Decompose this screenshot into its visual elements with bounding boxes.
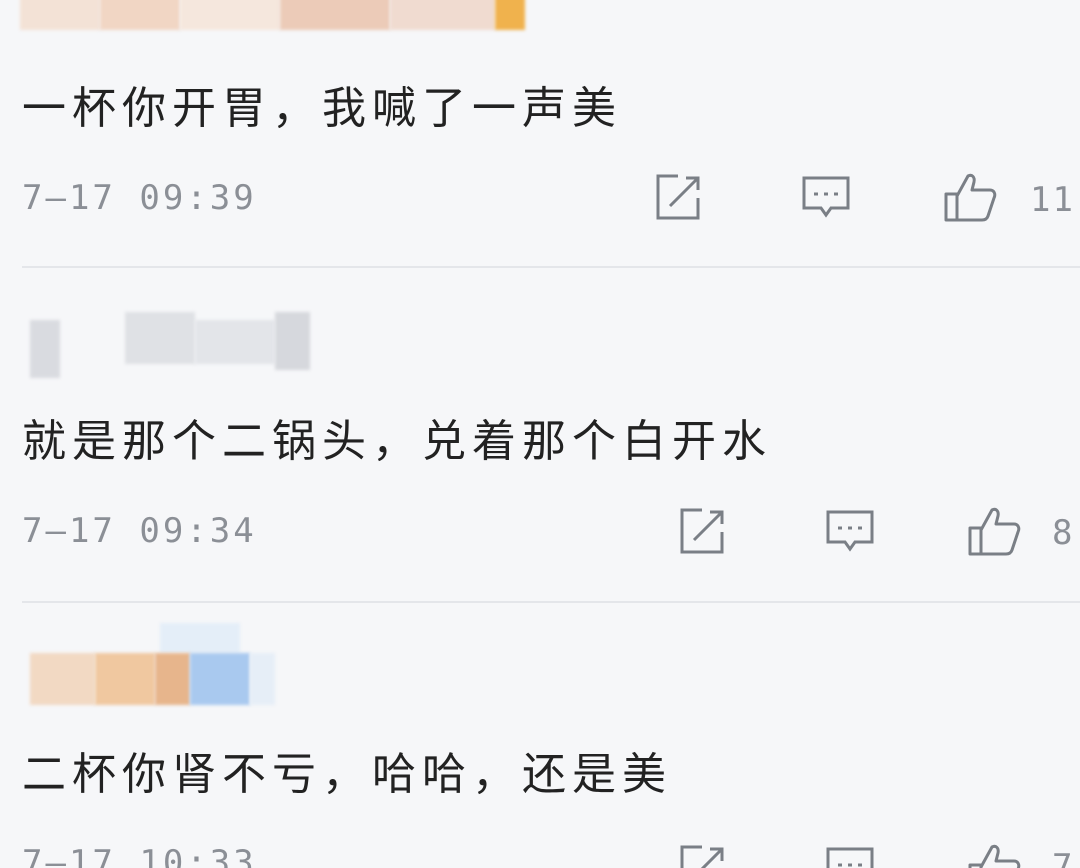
comment-icon[interactable]	[822, 841, 878, 868]
comment-item: 就是那个二锅头，兑着那个白开水 7—17 09:34 8	[0, 268, 1080, 603]
share-icon[interactable]	[674, 504, 730, 560]
thumbs-up-icon[interactable]	[966, 839, 1022, 868]
blurred-username	[30, 623, 280, 705]
comment-text: 一杯你开胃，我喊了一声美	[22, 83, 622, 134]
blurred-username	[20, 0, 540, 32]
thumbs-up-icon[interactable]	[966, 502, 1022, 558]
comment-feed: 一杯你开胃，我喊了一声美 7—17 09:39 11 就是那个二锅头，兑着那个白…	[0, 0, 1080, 868]
comment-text: 就是那个二锅头，兑着那个白开水	[22, 416, 772, 467]
comment-item: 二杯你肾不亏，哈哈，还是美 7—17 10:33 7	[0, 603, 1080, 868]
comment-icon[interactable]	[822, 504, 878, 560]
comment-timestamp: 7—17 10:33	[22, 843, 257, 868]
comment-text: 二杯你肾不亏，哈哈，还是美	[22, 749, 672, 800]
like-count: 11	[1030, 180, 1075, 220]
comment-timestamp: 7—17 09:34	[22, 511, 257, 551]
share-icon[interactable]	[674, 841, 730, 868]
comment-timestamp: 7—17 09:39	[22, 178, 257, 218]
blurred-username	[30, 312, 330, 378]
share-icon[interactable]	[650, 170, 706, 226]
like-count: 7	[1052, 847, 1075, 868]
comment-item: 一杯你开胃，我喊了一声美 7—17 09:39 11	[0, 0, 1080, 268]
thumbs-up-icon[interactable]	[942, 168, 998, 224]
comment-icon[interactable]	[798, 170, 854, 226]
like-count: 8	[1052, 513, 1075, 553]
